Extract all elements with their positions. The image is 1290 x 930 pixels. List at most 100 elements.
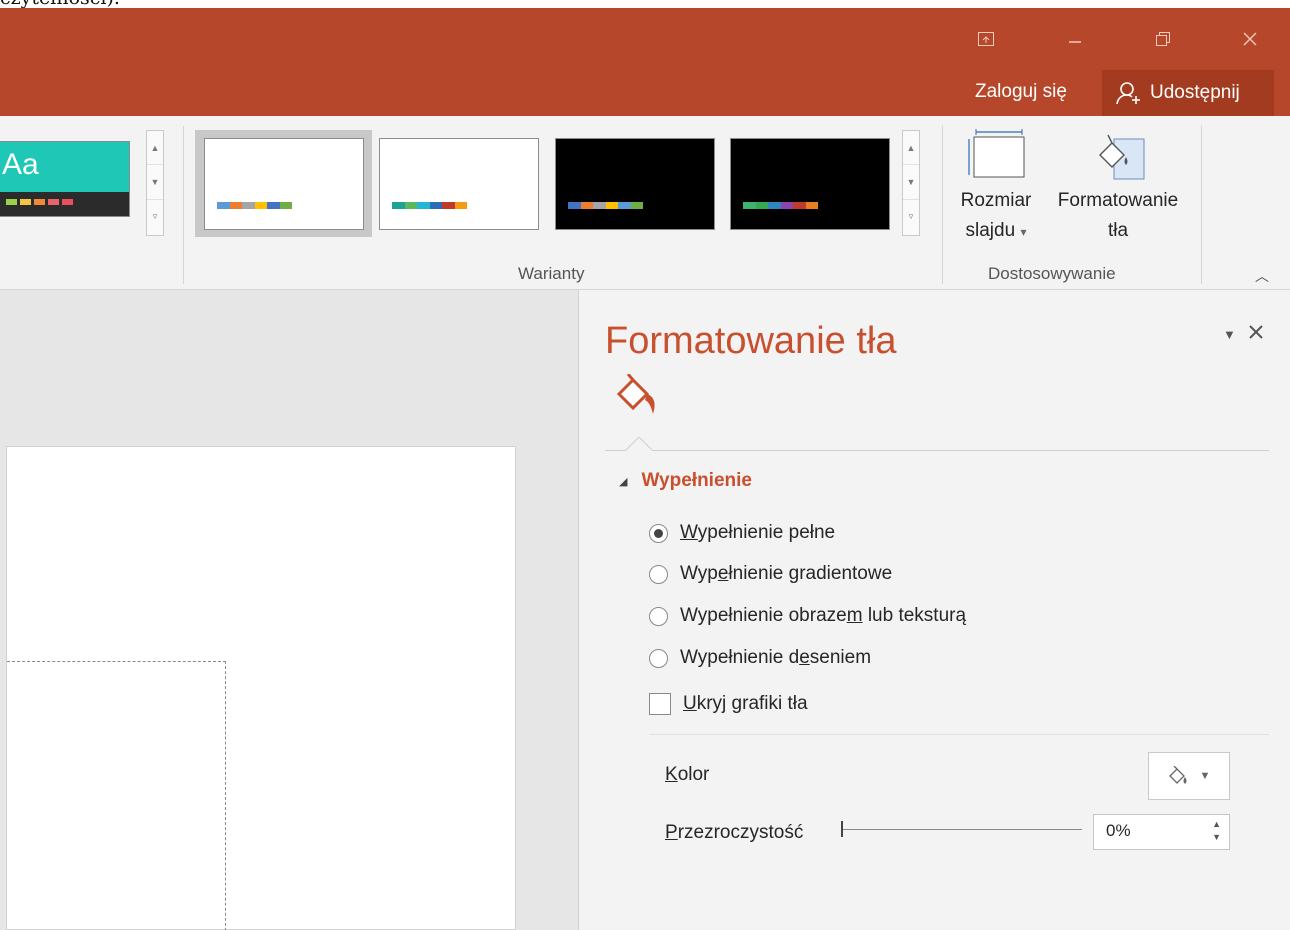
gallery-more-icon[interactable]: ▿ [903, 200, 919, 234]
ribbon-display-options-icon[interactable] [964, 22, 1008, 56]
variant-color-swatch [279, 202, 292, 209]
variant-color-swatch [267, 202, 280, 209]
group-separator [942, 126, 943, 284]
collapse-ribbon-icon[interactable]: ︿ [1255, 266, 1269, 286]
share-label: Udostępnij [1150, 82, 1240, 103]
transparency-label: Przezroczystość [665, 822, 804, 843]
variant-thumbnail[interactable] [730, 138, 890, 230]
variant-color-swatch [442, 202, 455, 209]
pane-title: Formatowanie tła [605, 320, 897, 362]
transparency-slider-track[interactable] [841, 829, 1082, 830]
variant-color-swatch [805, 202, 818, 209]
variant-color-swatch [780, 202, 793, 209]
fill-section-header[interactable]: ◢ Wypełnienie [619, 470, 752, 492]
slide-size-label-1: Rozmiar [960, 190, 1032, 211]
close-icon[interactable] [1228, 22, 1272, 56]
variant-color-swatch [429, 202, 442, 209]
variant-thumbnail[interactable] [379, 138, 539, 230]
gradient-fill-option[interactable]: Wypełnienie gradientowe [649, 563, 892, 585]
variant-color-swatch [768, 202, 781, 209]
content-placeholder[interactable] [7, 661, 226, 930]
share-button[interactable]: Udostępnij [1102, 70, 1274, 116]
color-label: Kolor [665, 764, 710, 785]
themes-gallery-scroll[interactable]: ▲ ▼ ▿ [146, 130, 164, 236]
color-picker-button[interactable]: ▼ [1148, 752, 1230, 800]
transparency-slider-thumb[interactable] [841, 821, 843, 837]
collapse-triangle-icon: ◢ [619, 475, 628, 488]
pane-controls: ▼ [1223, 324, 1264, 345]
variants-gallery-scroll[interactable]: ▲ ▼ ▿ [902, 130, 920, 236]
format-background-label-1: Formatowanie [1057, 190, 1179, 211]
account-bar: Zaloguj się Udostępnij [0, 70, 1290, 116]
theme-thumb-text: Aa [2, 148, 39, 181]
share-person-icon [1116, 82, 1140, 105]
title-bar [0, 8, 1290, 70]
scroll-up-icon[interactable]: ▲ [903, 131, 919, 166]
gallery-more-icon[interactable]: ▿ [147, 200, 163, 234]
restore-icon[interactable] [1141, 22, 1185, 56]
pane-options-icon[interactable]: ▼ [1223, 327, 1236, 342]
group-separator [1201, 126, 1202, 284]
minimize-icon[interactable] [1053, 22, 1097, 56]
hide-background-graphics-option[interactable]: Ukryj grafiki tła [649, 693, 808, 715]
slide-size-label-2: slajdu [965, 220, 1016, 241]
login-link[interactable]: Zaloguj się [975, 81, 1067, 103]
scroll-down-icon[interactable]: ▼ [903, 165, 919, 200]
solid-fill-option[interactable]: Wypełnienie pełne [649, 522, 835, 544]
variant-color-swatch [793, 202, 806, 209]
paint-bucket-icon[interactable] [615, 373, 659, 423]
ribbon: Aa ▲ ▼ ▿ ▲ ▼ ▿ Warianty Rozmiar slajdu ▾… [0, 116, 1290, 290]
pane-close-icon[interactable] [1248, 324, 1264, 345]
pattern-fill-option[interactable]: Wypełnienie deseniem [649, 647, 871, 669]
variant-color-swatch [254, 202, 267, 209]
slide-size-icon [954, 126, 1038, 186]
variant-color-swatch [242, 202, 255, 209]
variant-color-swatch [605, 202, 618, 209]
customize-group-label: Dostosowywanie [988, 264, 1116, 283]
pane-tab-divider [605, 450, 1269, 451]
transparency-spinbox[interactable]: 0% ▲ ▼ [1093, 814, 1230, 850]
variant-color-swatch [743, 202, 756, 209]
fill-section-label: Wypełnienie [641, 470, 752, 491]
pattern-fill-radio[interactable] [649, 648, 668, 668]
theme-color-bar [0, 192, 129, 216]
variant-thumbnail[interactable] [555, 138, 715, 230]
top-cropped-text: czytelności). [0, 0, 1290, 8]
slide-size-button[interactable]: Rozmiar slajdu ▾ [954, 126, 1038, 247]
paint-bucket-icon [1168, 766, 1187, 784]
solid-fill-radio[interactable] [649, 523, 668, 543]
slide-workspace [0, 290, 578, 930]
format-background-pane: Formatowanie tła ▼ ◢ Wypełnienie Wypełni… [578, 290, 1290, 930]
variant-color-swatch [630, 202, 643, 209]
variant-color-swatch [404, 202, 417, 209]
variant-color-swatch [417, 202, 430, 209]
variants-group-label: Warianty [518, 264, 585, 283]
slide-canvas[interactable] [6, 446, 516, 930]
variant-color-swatch [755, 202, 768, 209]
spin-down-icon[interactable]: ▼ [1212, 831, 1221, 844]
gradient-fill-radio[interactable] [649, 564, 668, 584]
variant-color-swatch [568, 202, 581, 209]
hide-background-graphics-checkbox[interactable] [649, 693, 671, 715]
picture-fill-option[interactable]: Wypełnienie obrazem lub teksturą [649, 605, 966, 627]
section-divider [649, 734, 1269, 735]
variant-color-swatch [580, 202, 593, 209]
format-background-icon [1045, 126, 1191, 186]
variant-color-swatch [593, 202, 606, 209]
variant-thumbnail[interactable] [204, 138, 364, 230]
format-background-label-2: tła [1107, 220, 1129, 241]
variant-color-swatch [392, 202, 405, 209]
format-background-button[interactable]: Formatowanie tła [1045, 126, 1191, 246]
spin-up-icon[interactable]: ▲ [1212, 818, 1221, 831]
scroll-up-icon[interactable]: ▲ [147, 131, 163, 166]
chevron-down-icon: ▼ [1199, 770, 1211, 782]
chevron-down-icon: ▾ [1020, 225, 1027, 239]
variant-color-swatch [454, 202, 467, 209]
variant-color-swatch [217, 202, 230, 209]
transparency-value: 0% [1106, 821, 1131, 840]
variant-color-swatch [229, 202, 242, 209]
picture-fill-radio[interactable] [649, 606, 668, 626]
theme-thumbnail[interactable]: Aa [0, 141, 130, 217]
scroll-down-icon[interactable]: ▼ [147, 165, 163, 200]
group-separator [183, 126, 184, 284]
